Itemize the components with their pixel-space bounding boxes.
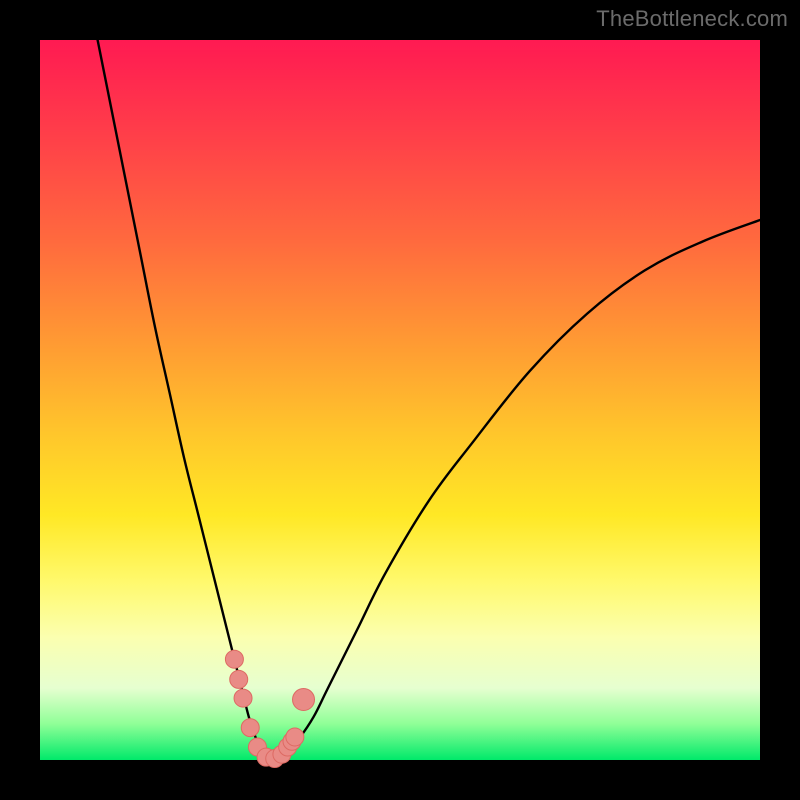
marker-point [293, 689, 315, 711]
plot-area [40, 40, 760, 760]
data-markers [225, 650, 314, 767]
marker-point [234, 689, 252, 707]
marker-point [230, 670, 248, 688]
marker-point [225, 650, 243, 668]
chart-frame: TheBottleneck.com [0, 0, 800, 800]
chart-svg [40, 40, 760, 760]
marker-point [286, 728, 304, 746]
curve-bottleneck-curve [98, 40, 760, 761]
bottleneck-curve [98, 40, 760, 761]
watermark-text: TheBottleneck.com [596, 6, 788, 32]
marker-point [241, 719, 259, 737]
